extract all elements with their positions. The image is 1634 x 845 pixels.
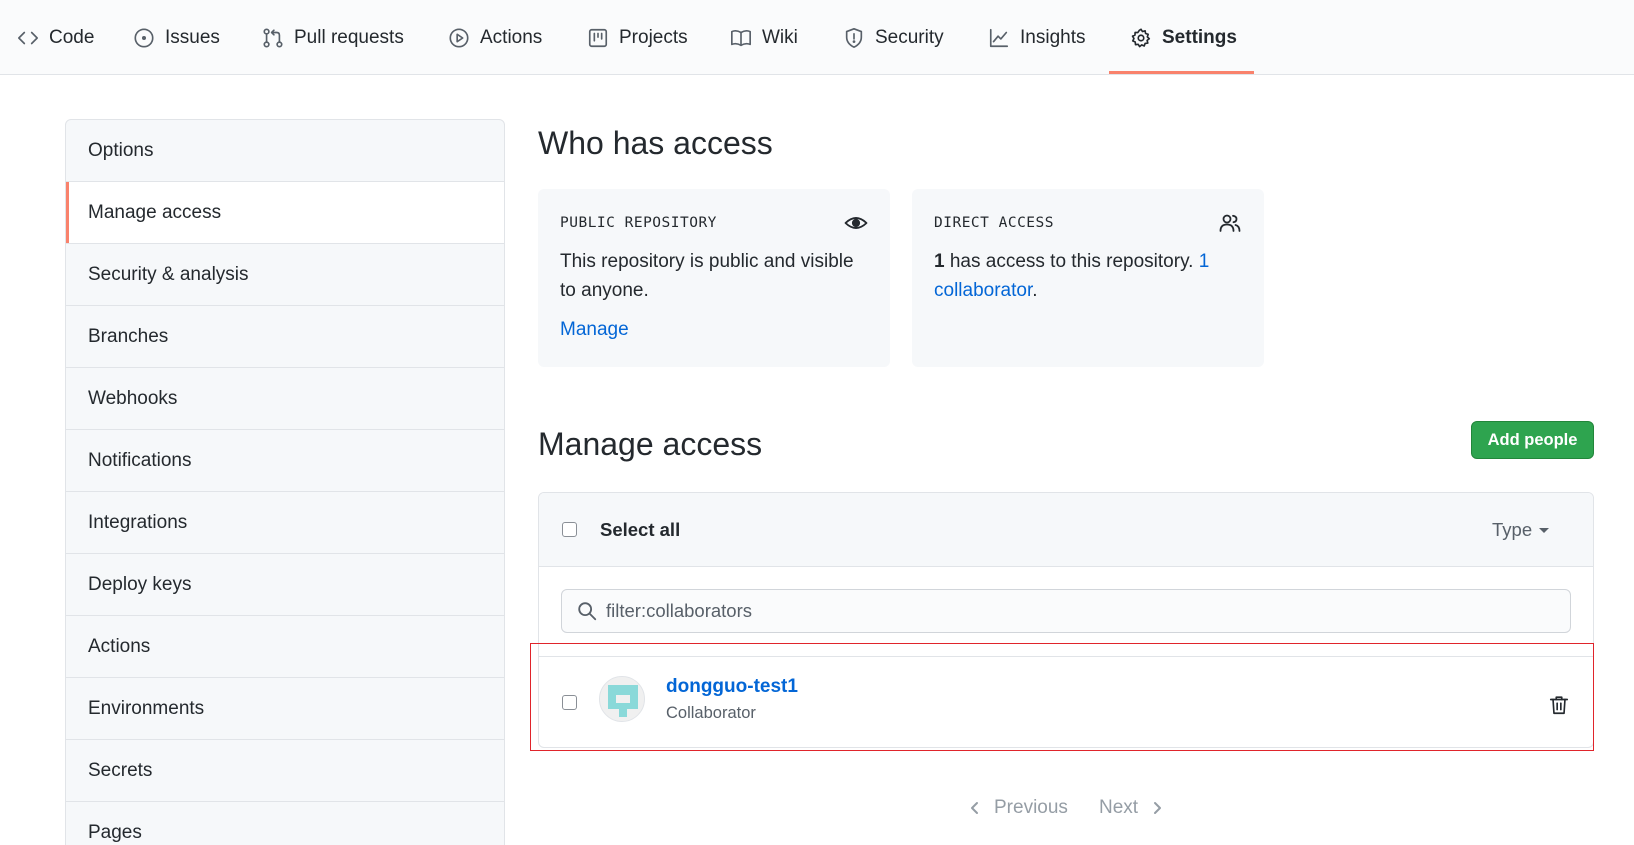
members-box-header: Select all Type bbox=[539, 493, 1593, 567]
tab-issues[interactable]: Issues bbox=[133, 0, 220, 75]
manage-visibility-link[interactable]: Manage bbox=[560, 319, 629, 341]
tab-label: Security bbox=[875, 26, 944, 48]
who-has-access-title: Who has access bbox=[538, 125, 773, 161]
sidebar-item-notifications[interactable]: Notifications bbox=[66, 430, 504, 492]
sidebar-item-label: Notifications bbox=[88, 449, 192, 471]
tab-label: Projects bbox=[619, 26, 688, 48]
tab-code[interactable]: Code bbox=[17, 0, 94, 75]
tab-label: Settings bbox=[1162, 26, 1237, 48]
member-checkbox[interactable] bbox=[562, 695, 577, 710]
sidebar-item-pages[interactable]: Pages bbox=[66, 802, 504, 845]
sidebar-item-label: Manage access bbox=[88, 201, 222, 223]
repo-nav: Code Issues Pull requests Actions Projec… bbox=[0, 0, 1634, 75]
tab-pull-requests[interactable]: Pull requests bbox=[262, 0, 404, 75]
sidebar-item-label: Integrations bbox=[88, 511, 188, 533]
sidebar-item-label: Actions bbox=[88, 635, 151, 657]
caret-down-icon bbox=[1539, 527, 1550, 533]
gear-icon bbox=[1131, 27, 1151, 47]
member-row: dongguo-test1 Collaborator bbox=[539, 656, 1593, 747]
graph-icon bbox=[989, 28, 1009, 47]
sidebar-item-label: Options bbox=[88, 139, 154, 161]
sidebar-item-label: Pages bbox=[88, 821, 142, 843]
select-all-label[interactable]: Select all bbox=[600, 519, 680, 541]
selected-tab-indicator bbox=[1109, 71, 1254, 74]
tab-label: Pull requests bbox=[294, 26, 404, 48]
tab-label: Wiki bbox=[762, 26, 798, 48]
sidebar-item-label: Secrets bbox=[88, 759, 153, 781]
sidebar-item-environments[interactable]: Environments bbox=[66, 678, 504, 740]
settings-sidebar: Options Manage access Security & analysi… bbox=[65, 119, 505, 845]
project-icon bbox=[588, 28, 608, 47]
sidebar-item-label: Branches bbox=[88, 325, 169, 347]
type-filter-dropdown[interactable]: Type bbox=[1492, 519, 1550, 541]
sidebar-item-label: Environments bbox=[88, 697, 205, 719]
public-repository-card: PUBLIC REPOSITORY This repository is pub… bbox=[538, 189, 890, 367]
book-icon bbox=[731, 29, 751, 46]
direct-access-suffix: . bbox=[1032, 280, 1038, 301]
avatar[interactable] bbox=[599, 676, 645, 722]
tab-label: Issues bbox=[165, 26, 220, 48]
members-box: Select all Type dongguo-test1 Collaborat… bbox=[538, 492, 1594, 748]
tab-label: Insights bbox=[1020, 26, 1086, 48]
manage-access-title: Manage access bbox=[538, 426, 763, 462]
next-page-button[interactable]: Next bbox=[1099, 797, 1164, 819]
member-search-input[interactable] bbox=[606, 600, 1556, 622]
sidebar-item-branches[interactable]: Branches bbox=[66, 306, 504, 368]
chevron-left-icon bbox=[971, 802, 978, 814]
access-count: 1 bbox=[934, 251, 945, 272]
people-icon bbox=[1219, 214, 1241, 232]
tab-security[interactable]: Security bbox=[843, 0, 944, 75]
tab-label: Code bbox=[49, 26, 95, 48]
card-label: PUBLIC REPOSITORY bbox=[560, 215, 717, 231]
next-label: Next bbox=[1099, 797, 1139, 818]
sidebar-item-security-analysis[interactable]: Security & analysis bbox=[66, 244, 504, 306]
trash-icon[interactable] bbox=[1548, 694, 1570, 716]
sidebar-item-label: Security & analysis bbox=[88, 263, 249, 285]
member-search bbox=[561, 589, 1571, 633]
type-filter-label: Type bbox=[1492, 519, 1533, 540]
issue-icon bbox=[134, 27, 154, 48]
code-icon bbox=[18, 31, 38, 44]
identicon-icon bbox=[600, 677, 644, 721]
direct-access-card: DIRECT ACCESS 1 has access to this repos… bbox=[912, 189, 1264, 367]
tab-insights[interactable]: Insights bbox=[988, 0, 1085, 75]
tab-label: Actions bbox=[480, 26, 543, 48]
sidebar-item-secrets[interactable]: Secrets bbox=[66, 740, 504, 802]
sidebar-item-actions[interactable]: Actions bbox=[66, 616, 504, 678]
sidebar-item-label: Deploy keys bbox=[88, 573, 192, 595]
select-all-checkbox[interactable] bbox=[562, 522, 577, 537]
card-label: DIRECT ACCESS bbox=[934, 215, 1054, 231]
tab-wiki[interactable]: Wiki bbox=[730, 0, 798, 75]
sidebar-item-deploy-keys[interactable]: Deploy keys bbox=[66, 554, 504, 616]
member-role: Collaborator bbox=[666, 704, 756, 722]
public-repository-description: This repository is public and visible to… bbox=[560, 251, 854, 301]
previous-label: Previous bbox=[994, 797, 1068, 818]
member-username[interactable]: dongguo-test1 bbox=[666, 676, 798, 698]
sidebar-item-options[interactable]: Options bbox=[66, 120, 504, 182]
tab-actions[interactable]: Actions bbox=[448, 0, 542, 75]
add-people-button[interactable]: Add people bbox=[1471, 421, 1594, 459]
sidebar-item-webhooks[interactable]: Webhooks bbox=[66, 368, 504, 430]
chevron-right-icon bbox=[1154, 802, 1162, 814]
eye-icon bbox=[844, 217, 868, 229]
previous-page-button[interactable]: Previous bbox=[968, 797, 1068, 819]
shield-icon bbox=[845, 27, 863, 48]
direct-access-text: has access to this repository. bbox=[944, 251, 1199, 272]
tab-settings[interactable]: Settings bbox=[1130, 0, 1237, 75]
sidebar-item-manage-access[interactable]: Manage access bbox=[66, 182, 504, 244]
sidebar-item-integrations[interactable]: Integrations bbox=[66, 492, 504, 554]
tab-projects[interactable]: Projects bbox=[587, 0, 688, 75]
direct-access-description: 1 has access to this repository. 1 colla… bbox=[934, 247, 1244, 305]
pull-request-icon bbox=[263, 27, 283, 48]
search-icon bbox=[578, 602, 597, 621]
play-icon bbox=[449, 27, 469, 48]
sidebar-item-label: Webhooks bbox=[88, 387, 178, 409]
